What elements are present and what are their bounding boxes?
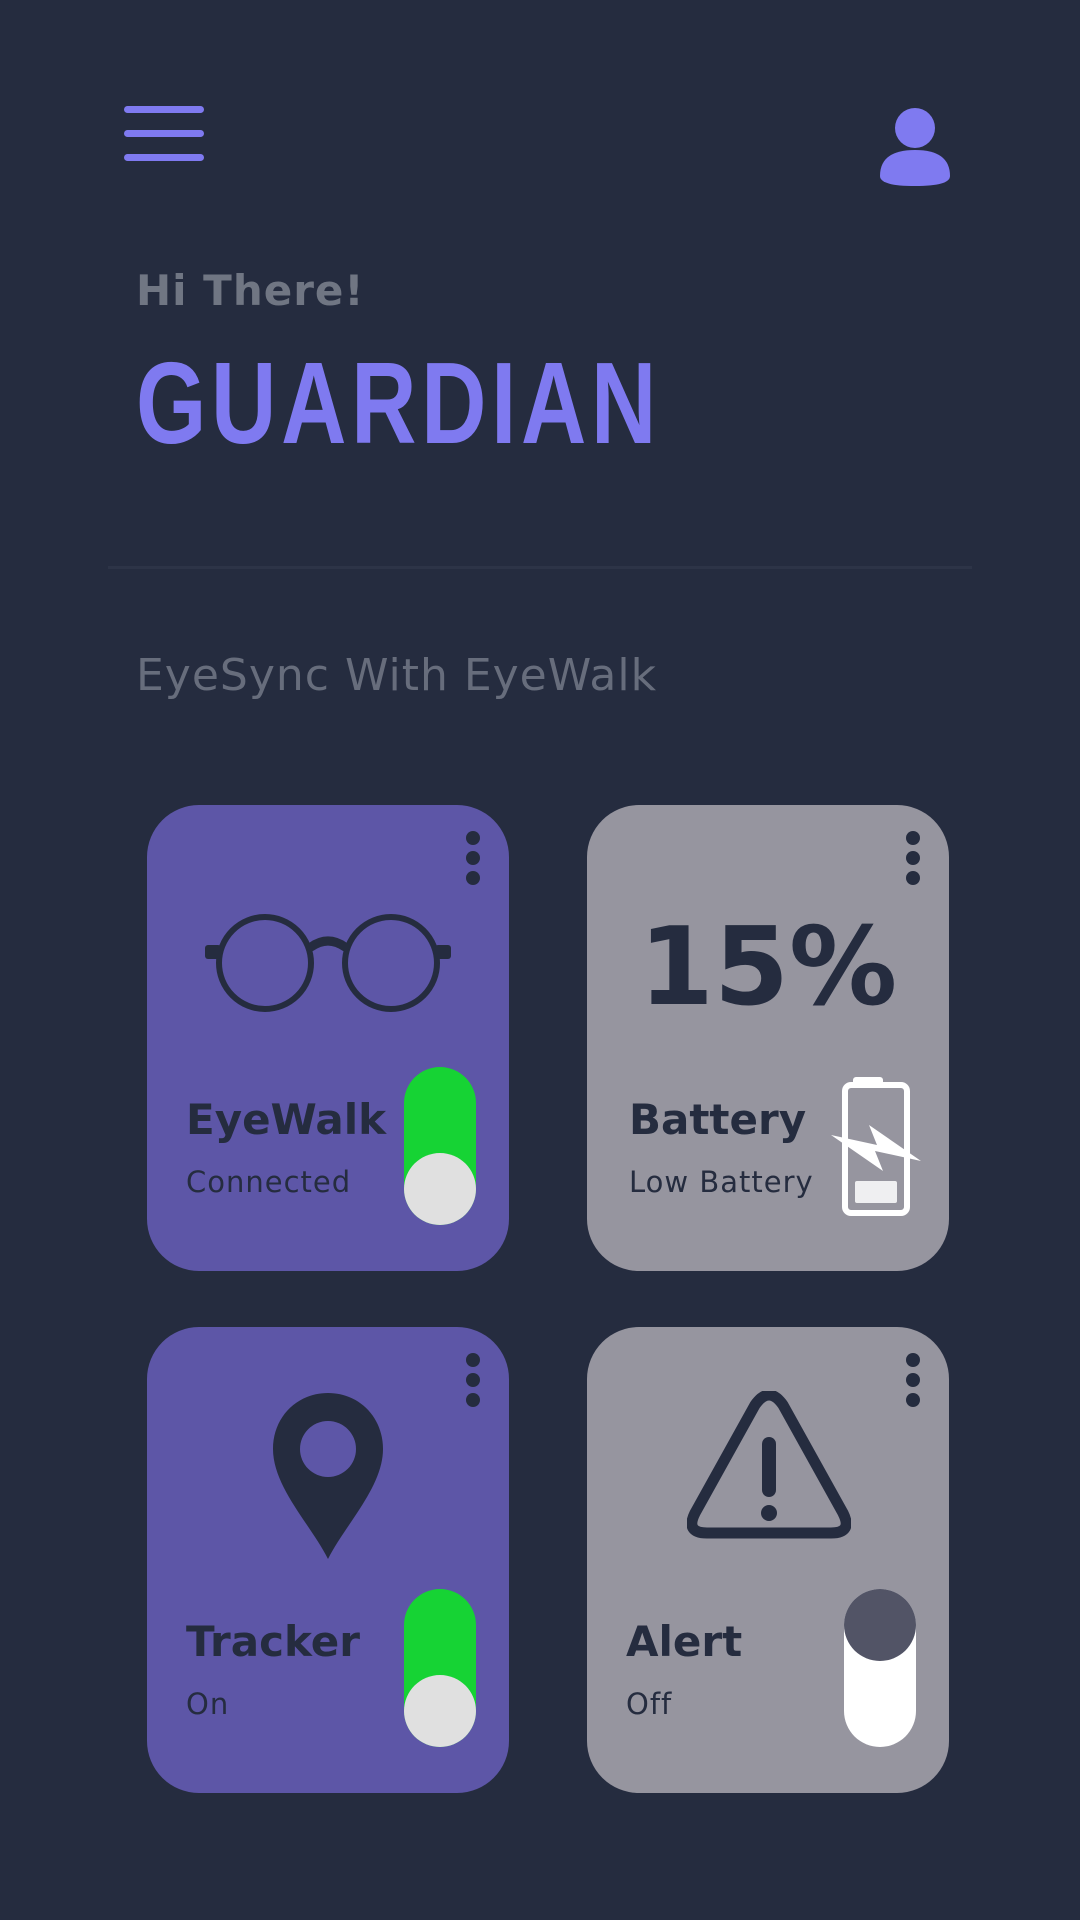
eyewalk-status: Connected: [186, 1165, 352, 1199]
battery-card[interactable]: 15% Battery Low Battery: [587, 805, 949, 1271]
toggle-knob: [844, 1589, 916, 1661]
alert-status: Off: [626, 1687, 673, 1721]
divider: [108, 566, 972, 569]
eyewalk-card[interactable]: EyeWalk Connected: [147, 805, 509, 1271]
glasses-icon: [205, 914, 451, 1012]
menu-bar: [124, 106, 204, 113]
battery-title: Battery: [629, 1095, 807, 1144]
alert-card[interactable]: Alert Off: [587, 1327, 949, 1793]
toggle-knob: [404, 1675, 476, 1747]
tracker-title: Tracker: [186, 1617, 360, 1666]
more-options-icon[interactable]: [905, 831, 921, 887]
eyewalk-toggle[interactable]: [404, 1067, 476, 1225]
tracker-status: On: [186, 1687, 230, 1721]
battery-charging-icon: [831, 1077, 921, 1216]
profile-button[interactable]: [878, 106, 952, 186]
menu-bar: [124, 130, 204, 137]
alert-toggle[interactable]: [844, 1589, 916, 1747]
battery-percentage: 15%: [638, 905, 898, 1030]
warning-triangle-icon: [687, 1391, 851, 1539]
tracker-card[interactable]: Tracker On: [147, 1327, 509, 1793]
more-options-icon[interactable]: [465, 831, 481, 887]
more-options-icon[interactable]: [465, 1353, 481, 1409]
section-subtitle: EyeSync With EyeWalk: [136, 650, 658, 701]
alert-title: Alert: [626, 1617, 743, 1666]
eyewalk-title: EyeWalk: [186, 1095, 387, 1144]
battery-status: Low Battery: [629, 1165, 814, 1199]
toggle-knob: [404, 1153, 476, 1225]
menu-bar: [124, 154, 204, 161]
page-title: GUARDIAN: [136, 338, 662, 468]
location-pin-icon: [273, 1393, 383, 1559]
tracker-toggle[interactable]: [404, 1589, 476, 1747]
greeting-text: Hi There!: [136, 266, 365, 315]
user-avatar-icon: [880, 108, 950, 186]
more-options-icon[interactable]: [905, 1353, 921, 1409]
menu-button[interactable]: [124, 106, 204, 164]
